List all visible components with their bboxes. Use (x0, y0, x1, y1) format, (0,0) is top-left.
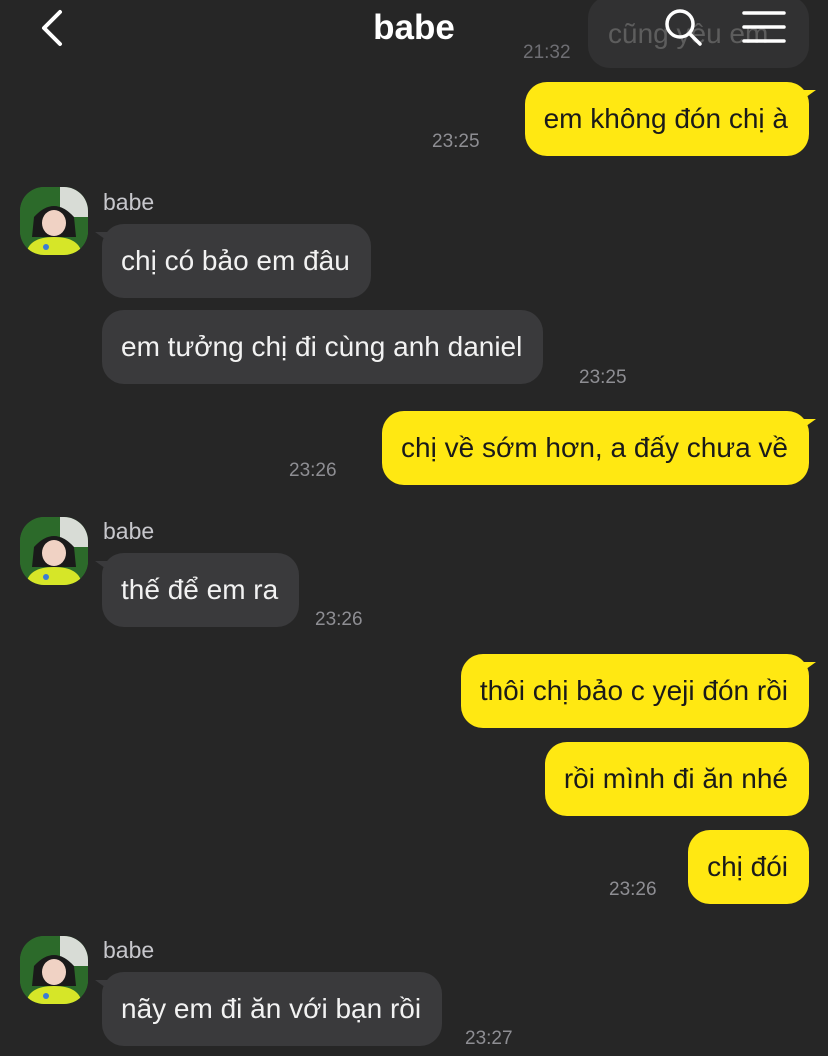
message-timestamp: 23:25 (432, 131, 480, 152)
search-icon (665, 9, 702, 46)
avatar-photo (20, 517, 88, 585)
outgoing-message-bubble[interactable]: chị đói (688, 830, 809, 904)
menu-icon (742, 11, 786, 43)
message-text: chị có bảo em đâu (121, 245, 350, 276)
contact-avatar[interactable] (20, 936, 88, 1004)
message-text: chị về sớm hơn, a đấy chưa về (401, 432, 788, 463)
search-button[interactable] (662, 6, 704, 48)
sender-name: babe (103, 189, 155, 215)
message-text: chị đói (707, 851, 788, 882)
avatar-photo (20, 187, 88, 255)
sender-name: babe (103, 937, 155, 963)
contact-avatar[interactable] (20, 517, 88, 585)
incoming-message-bubble[interactable]: nãy em đi ăn với bạn rồi (94, 972, 443, 1046)
message-timestamp: 23:26 (609, 879, 657, 900)
incoming-message-bubble[interactable]: thế để em ra (94, 553, 300, 627)
incoming-message-bubble[interactable]: chị có bảo em đâu (95, 224, 371, 298)
avatar-photo (20, 936, 88, 1004)
outgoing-message-bubble[interactable]: thôi chị bảo c yeji đón rồi (460, 654, 817, 728)
message-text: rồi mình đi ăn nhé (563, 763, 788, 794)
message-text: em không đón chị à (543, 103, 788, 134)
message-text: thôi chị bảo c yeji đón rồi (479, 675, 788, 706)
incoming-message-bubble[interactable]: em tưởng chị đi cùng anh daniel (102, 310, 544, 384)
message-timestamp: 23:26 (315, 609, 363, 630)
message-text: em tưởng chị đi cùng anh daniel (121, 331, 523, 362)
menu-button[interactable] (742, 10, 786, 44)
message-timestamp: 23:26 (289, 460, 337, 481)
outgoing-message-bubble[interactable]: rồi mình đi ăn nhé (544, 742, 809, 816)
message-timestamp: 23:25 (579, 367, 627, 388)
sender-name: babe (103, 518, 155, 544)
contact-avatar[interactable] (20, 187, 88, 255)
message-text: thế để em ra (121, 574, 279, 605)
outgoing-message-bubble[interactable]: chị về sớm hơn, a đấy chưa về (382, 411, 816, 485)
message-timestamp: 23:27 (465, 1028, 513, 1049)
message-text: nãy em đi ăn với bạn rồi (121, 993, 422, 1024)
outgoing-message-bubble[interactable]: em không đón chị à (524, 82, 817, 156)
